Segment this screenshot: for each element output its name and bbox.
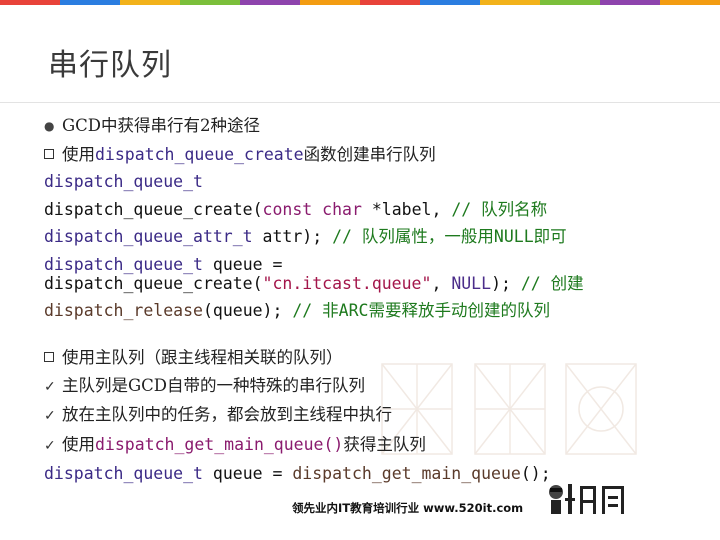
list-item: ✓ 主队列是GCD自带的一种特殊的串行队列	[44, 372, 704, 402]
checkmark-icon: ✓	[44, 408, 56, 424]
code-line: dispatch_queue_t queue = dispatch_queue_…	[44, 254, 584, 293]
top-color-bar	[0, 0, 720, 5]
list-item: ✓ 使用dispatch_get_main_queue()获得主队列	[44, 431, 704, 461]
checkmark-icon: ✓	[44, 437, 56, 454]
list-item: ✓ 放在主队列中的任务，都会放到主线程中执行	[44, 401, 704, 431]
checkmark-icon: ✓	[44, 378, 56, 395]
list-item: 使用dispatch_queue_create函数创建串行队列	[44, 141, 704, 169]
code-line: dispatch_queue_t	[44, 172, 203, 191]
slide-content: ● GCD中获得串行有2种途径 使用dispatch_queue_create函数…	[44, 112, 704, 488]
square-bullet-icon	[44, 352, 54, 362]
bullet-dot-icon: ●	[44, 119, 55, 133]
code-line: dispatch_queue_attr_t attr); // 队列属性，一般用…	[44, 227, 567, 246]
square-bullet-icon	[44, 148, 54, 159]
brand-logo	[549, 484, 624, 514]
code-line: dispatch_queue_create(const char *label,…	[44, 199, 548, 219]
slide-title: 串行队列	[48, 48, 172, 83]
list-item: 使用主队列（跟主线程相关联的队列）	[44, 344, 704, 372]
title-divider	[0, 102, 720, 103]
code-line: dispatch_release(queue); // 非ARC需要释放手动创建…	[44, 300, 550, 320]
list-item: ● GCD中获得串行有2种途径	[44, 112, 704, 141]
footer-slogan: 领先业内IT教育培训行业 www.520it.com	[292, 501, 524, 515]
